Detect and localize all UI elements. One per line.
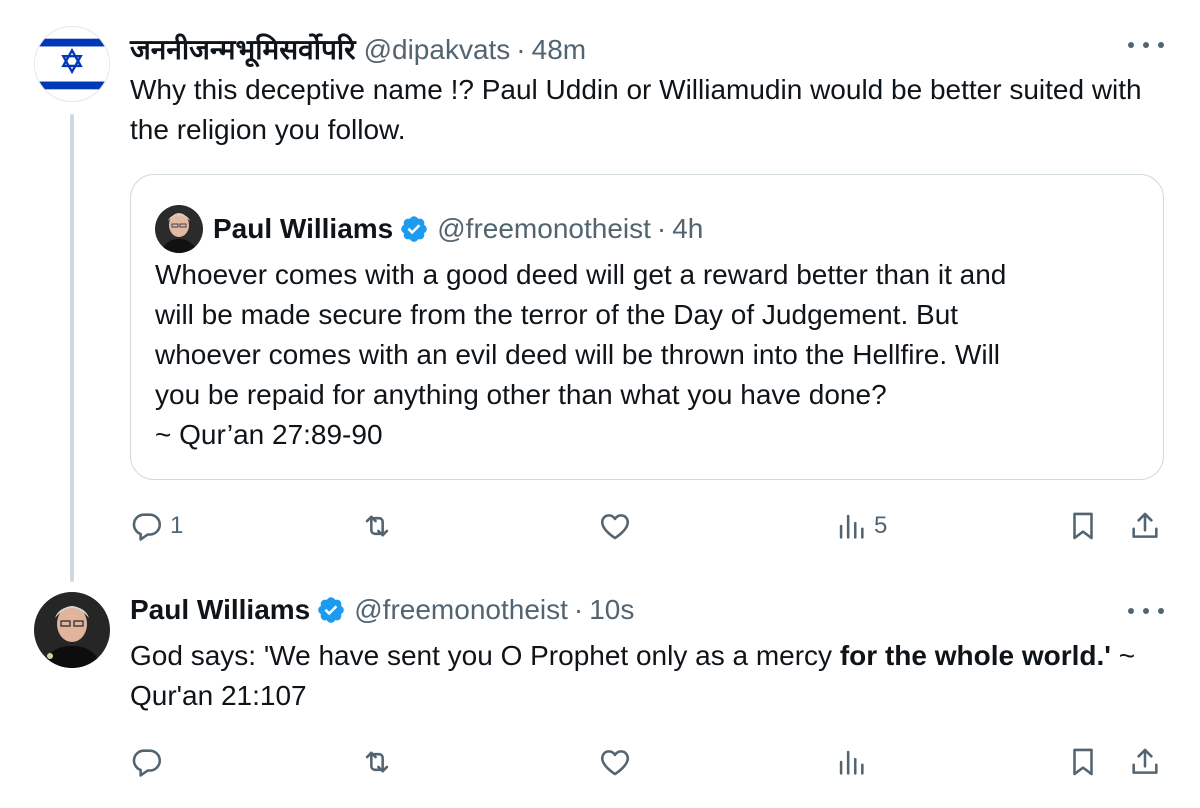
bookmark-button[interactable] [1066,506,1100,546]
star-of-david-flag-icon [35,27,109,101]
share-button[interactable] [1128,742,1162,782]
display-name[interactable]: Paul Williams [130,594,310,626]
more-options-icon[interactable] [1128,596,1164,626]
quote-header: Paul Williams @freemonotheist · 4h [155,205,703,253]
separator-dot: · [573,594,584,625]
avatar[interactable] [34,26,110,102]
reply-button[interactable] [130,742,170,782]
tweet-text-bold: for the whole world.' [839,640,1111,671]
tweet-text: God says: 'We have sent you O Prophet on… [130,636,1150,716]
quote-user-handle[interactable]: @freemonotheist [437,213,651,245]
share-icon [1132,512,1158,538]
avatar[interactable] [34,592,110,668]
tweet-header: Paul Williams @freemonotheist · 10s [130,594,634,626]
share-button[interactable] [1128,506,1162,546]
quote-text-line: ~ Qur’an 27:89-90 [155,419,383,450]
quote-text: Whoever comes with a good deed will get … [155,255,1145,455]
quote-text-line: will be made secure from the terror of t… [155,299,959,330]
quote-text-line: you be repaid for anything other than wh… [155,379,887,410]
quote-timestamp[interactable]: 4h [672,213,703,245]
tweet-header: जननीजन्मभूमिसर्वोपरि @dipakvats · 48m [130,30,586,68]
user-handle[interactable]: @freemonotheist [354,594,568,626]
verified-badge-icon [399,214,429,244]
quoted-tweet[interactable]: Paul Williams @freemonotheist · 4h Whoev… [130,174,1164,480]
views-button[interactable]: 5 [834,506,887,546]
tweet-actions: 1 5 [130,506,1170,546]
analytics-icon [839,514,864,539]
reply-icon [132,513,162,541]
verified-badge-icon [316,595,346,625]
tweet-text-plain: God says: 'We have sent you O Prophet on… [130,640,840,671]
user-handle[interactable]: @dipakvats [364,34,511,66]
avatar [155,205,203,253]
separator-dot: · [656,213,667,244]
bookmark-icon [1073,748,1093,776]
bookmark-button[interactable] [1066,742,1100,782]
retweet-button[interactable] [360,742,400,782]
reply-icon [132,749,162,777]
display-name[interactable]: जननीजन्मभूमिसर्वोपरि [130,30,356,68]
analytics-icon [839,750,864,775]
thread-connector-line [70,114,74,582]
separator-dot: · [516,34,526,65]
reply-button[interactable]: 1 [130,506,183,546]
tweet-actions [130,742,1170,782]
views-count: 5 [874,512,888,539]
tweet-text: Why this deceptive name !? Paul Uddin or… [130,74,1142,145]
share-icon [1132,748,1158,774]
heart-icon [600,750,630,776]
more-options-icon[interactable] [1128,30,1164,60]
reply-count: 1 [170,512,184,539]
quote-text-line: whoever comes with an evil deed will be … [155,339,1001,370]
retweet-button[interactable] [360,506,400,546]
retweet-icon [365,751,389,773]
quote-display-name[interactable]: Paul Williams [213,213,393,245]
quote-text-line: Whoever comes with a good deed will get … [155,259,1007,290]
timestamp[interactable]: 48m [532,34,586,66]
retweet-icon [365,515,389,537]
like-button[interactable] [598,506,638,546]
timestamp[interactable]: 10s [589,594,634,626]
heart-icon [600,514,630,540]
bookmark-icon [1073,512,1093,540]
views-button[interactable] [834,742,874,782]
like-button[interactable] [598,742,638,782]
